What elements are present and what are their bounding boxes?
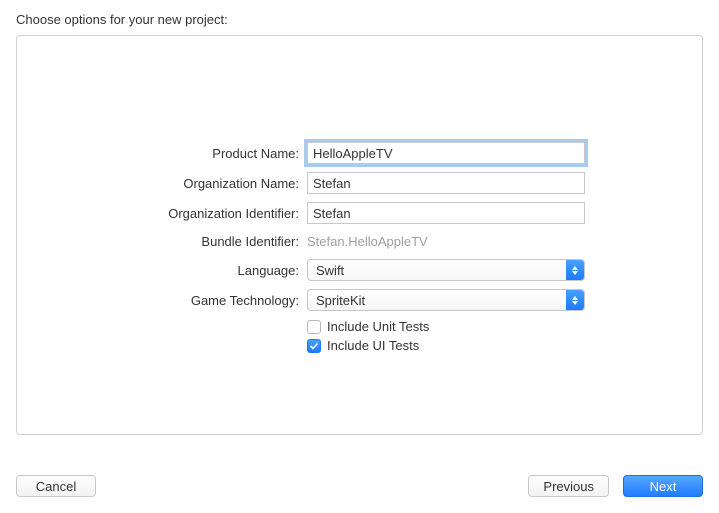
include-ui-tests-checkbox[interactable] bbox=[307, 339, 321, 353]
organization-identifier-label: Organization Identifier: bbox=[17, 206, 307, 221]
include-ui-tests-label: Include UI Tests bbox=[327, 338, 419, 353]
updown-icon bbox=[566, 290, 584, 310]
dialog-title: Choose options for your new project: bbox=[0, 0, 719, 35]
dialog-footer: Cancel Previous Next bbox=[16, 475, 703, 497]
cancel-button[interactable]: Cancel bbox=[16, 475, 96, 497]
organization-name-input[interactable] bbox=[307, 172, 585, 194]
language-label: Language: bbox=[17, 263, 307, 278]
organization-name-label: Organization Name: bbox=[17, 176, 307, 191]
options-panel: Product Name: Organization Name: Organiz… bbox=[16, 35, 703, 435]
product-name-label: Product Name: bbox=[17, 146, 307, 161]
game-technology-select[interactable]: SpriteKit bbox=[307, 289, 585, 311]
next-button[interactable]: Next bbox=[623, 475, 703, 497]
updown-icon bbox=[566, 260, 584, 280]
include-unit-tests-label: Include Unit Tests bbox=[327, 319, 429, 334]
language-select[interactable]: Swift bbox=[307, 259, 585, 281]
product-name-input[interactable] bbox=[307, 142, 585, 164]
bundle-identifier-value: Stefan.HelloAppleTV bbox=[307, 232, 585, 251]
game-technology-select-value: SpriteKit bbox=[316, 293, 365, 308]
bundle-identifier-label: Bundle Identifier: bbox=[17, 234, 307, 249]
previous-button[interactable]: Previous bbox=[528, 475, 609, 497]
language-select-value: Swift bbox=[316, 263, 344, 278]
game-technology-label: Game Technology: bbox=[17, 293, 307, 308]
options-form: Product Name: Organization Name: Organiz… bbox=[17, 142, 702, 365]
organization-identifier-input[interactable] bbox=[307, 202, 585, 224]
include-unit-tests-checkbox[interactable] bbox=[307, 320, 321, 334]
